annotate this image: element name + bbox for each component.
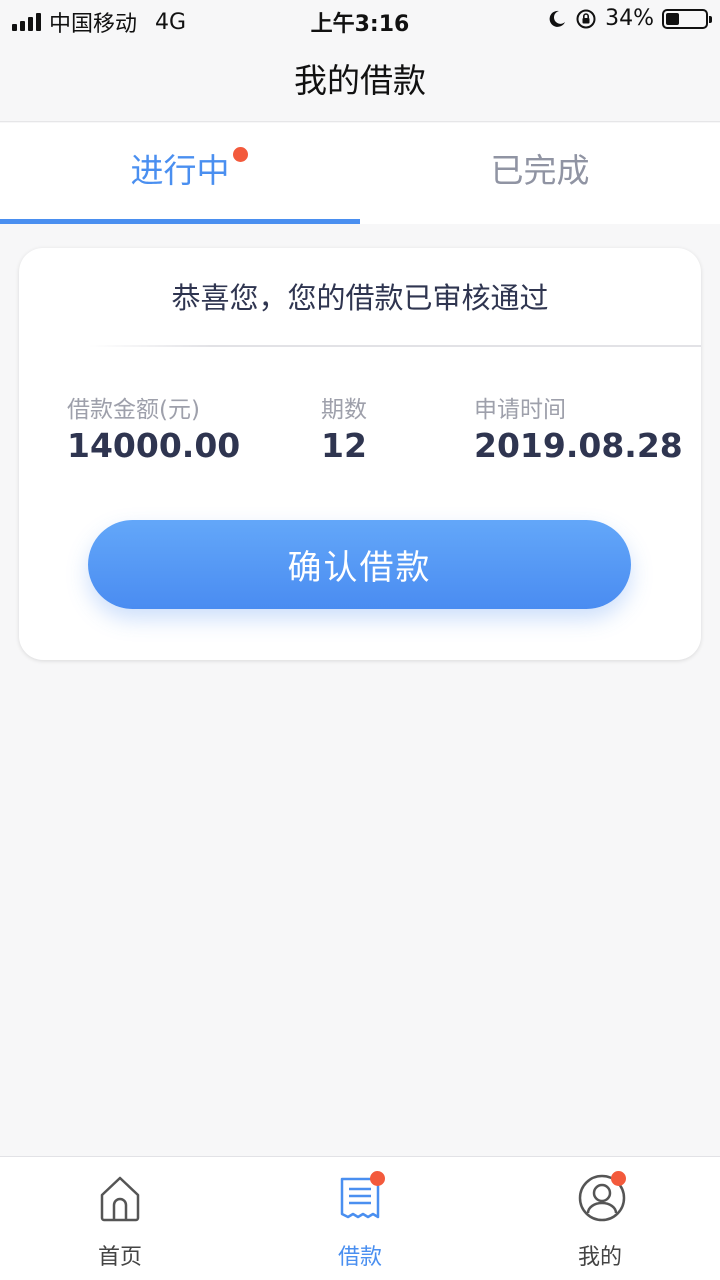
moon-icon [549,10,566,27]
tab-bar: 进行中 已完成 [0,123,720,224]
card-divider [89,345,701,347]
loan-amount-label: 借款金额(元) [67,397,200,423]
tab-in-progress[interactable]: 进行中 [0,123,360,224]
battery-icon [662,8,712,29]
nav-label-mine: 我的 [577,1245,622,1270]
nav-badge-dot [611,1171,626,1186]
status-right: 34% [547,6,712,31]
loan-card: 恭喜您，您的借款已审核通过 借款金额(元) 14000.00 期数 12 申请时… [19,248,701,660]
tab-active-indicator [0,219,360,224]
home-icon [100,1176,140,1222]
battery-tip [709,15,712,23]
approval-message: 恭喜您，您的借款已审核通过 [171,281,549,315]
nav-item-home[interactable]: 首页 [0,1157,240,1280]
tab-badge-dot [233,147,248,162]
tab-in-progress-label: 进行中 [130,151,230,190]
nav-badge-dot [370,1171,385,1186]
page-title: 我的借款 [0,40,720,122]
tab-completed-label: 已完成 [490,151,590,190]
tab-completed[interactable]: 已完成 [360,123,720,224]
nav-item-loan[interactable]: 借款 [240,1157,480,1280]
loan-amount-value: 14000.00 [67,426,241,465]
nav-label-home: 首页 [97,1245,142,1270]
periods-value: 12 [321,426,367,465]
battery-percent: 34% [605,6,654,31]
nav-item-mine[interactable]: 我的 [480,1157,720,1280]
battery-fill [666,12,679,25]
nav-label-loan: 借款 [337,1245,382,1270]
apply-date-value: 2019.08.28 [474,426,683,465]
periods-label: 期数 [321,397,367,423]
status-bar: 中国移动 4G 上午3:16 34% [0,0,720,40]
rotation-lock-icon [576,9,596,28]
confirm-loan-button[interactable]: 确认借款 [88,520,631,609]
apply-date-label: 申请时间 [474,397,566,423]
bottom-nav: 首页 借款 我的 [0,1156,720,1280]
